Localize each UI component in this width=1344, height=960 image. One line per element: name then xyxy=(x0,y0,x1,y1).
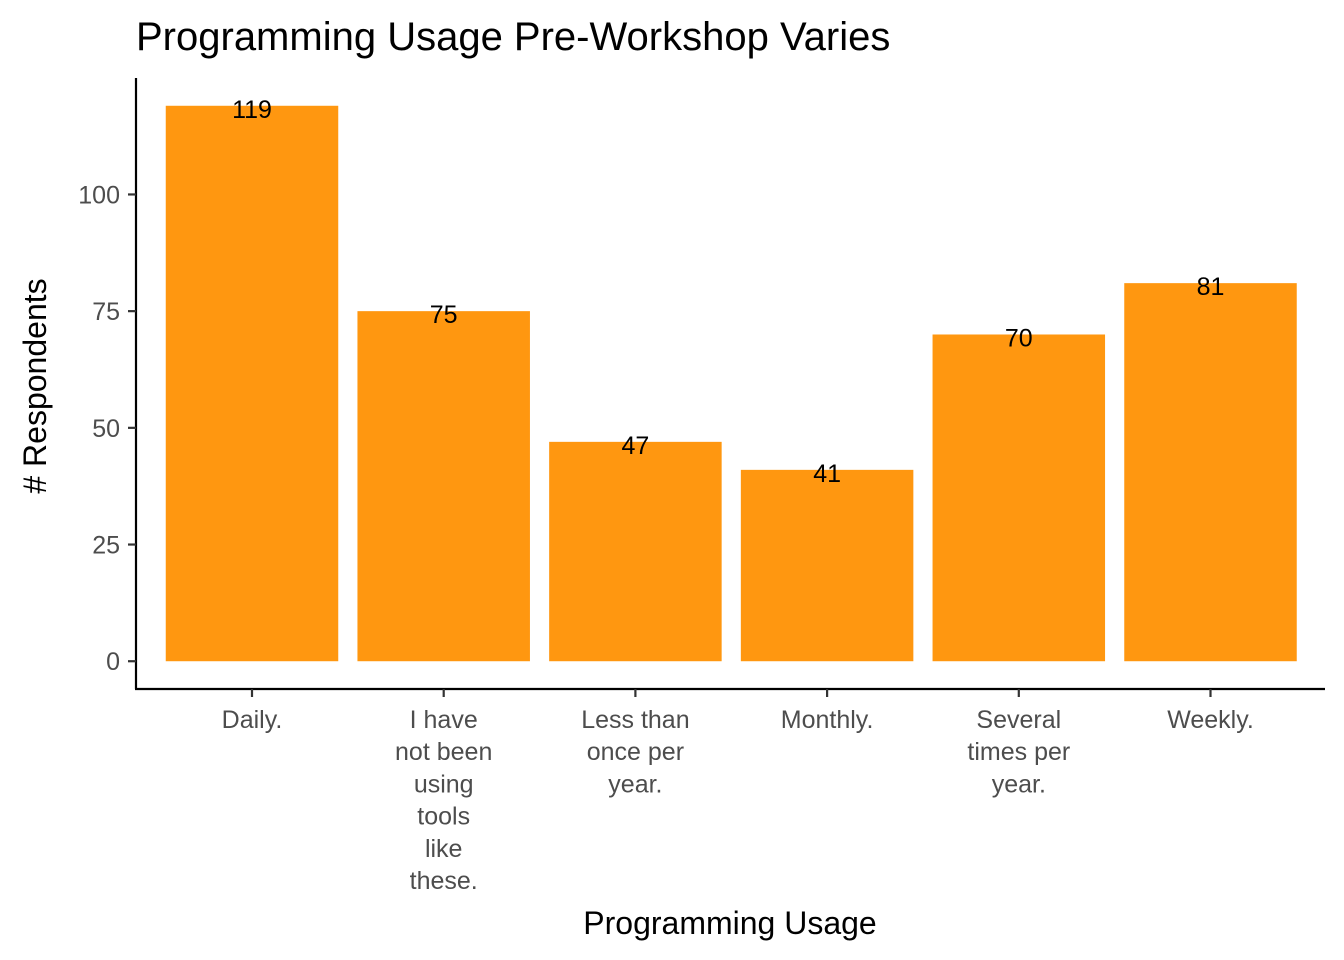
x-tick-label: Less than once per year. xyxy=(581,706,689,798)
y-tick-label: 100 xyxy=(78,181,120,209)
y-tick-label: 50 xyxy=(92,415,120,443)
x-tick-label: Monthly. xyxy=(781,706,874,734)
data-label: 41 xyxy=(813,460,841,488)
y-tick-label: 0 xyxy=(106,648,120,676)
bar xyxy=(932,334,1106,662)
bar-chart: Programming Usage Pre-Workshop Varies 11… xyxy=(17,15,1325,941)
plot-area: 119 75 47 41 70 81 xyxy=(165,96,1297,662)
x-tick-label: Several times per year. xyxy=(967,706,1070,798)
y-axis-title: # Respondents xyxy=(17,278,53,493)
x-tick-label: Weekly. xyxy=(1167,706,1254,734)
chart-title: Programming Usage Pre-Workshop Varies xyxy=(136,15,890,59)
data-label: 47 xyxy=(621,432,649,460)
data-label: 75 xyxy=(430,301,458,329)
bar xyxy=(165,105,339,662)
bar xyxy=(357,311,530,662)
data-label: 119 xyxy=(232,96,272,124)
y-tick-label: 75 xyxy=(92,298,120,326)
bar xyxy=(740,469,914,662)
x-axis-title: Programming Usage xyxy=(583,905,876,941)
data-label: 70 xyxy=(1005,324,1033,352)
x-axis: Daily. I have not been using tools like these.… xyxy=(222,689,1254,895)
y-axis: 0 25 50 75 100 xyxy=(78,181,136,676)
data-label: 81 xyxy=(1197,273,1225,301)
bar xyxy=(1124,283,1297,662)
x-tick-label: I have not been using tools like these. xyxy=(395,706,492,895)
bar xyxy=(549,441,722,662)
x-tick-label: Daily. xyxy=(222,706,283,734)
y-tick-label: 25 xyxy=(92,532,120,560)
